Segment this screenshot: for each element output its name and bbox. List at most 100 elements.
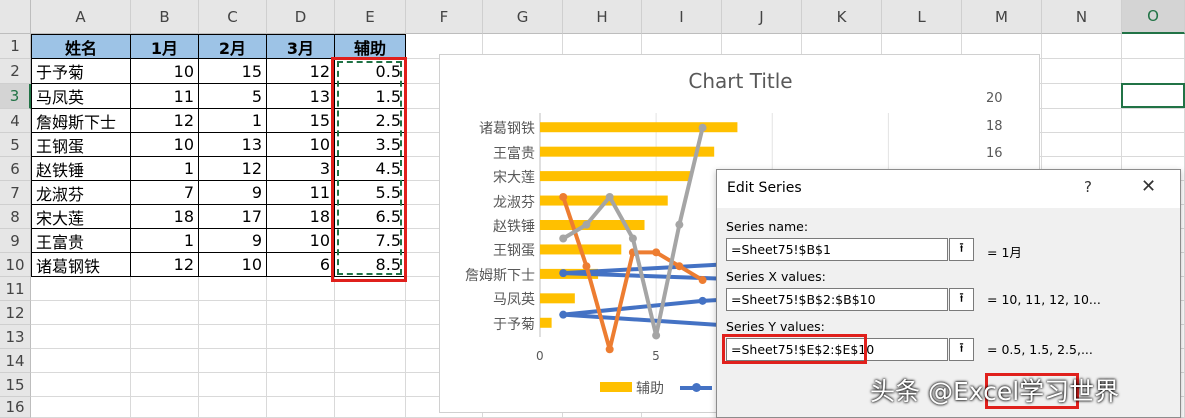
row-header-16[interactable]: 16 [0, 397, 31, 418]
table-cell[interactable]: 宋大莲 [31, 205, 131, 229]
table-cell[interactable]: 17 [199, 205, 267, 229]
table-cell[interactable]: 15 [199, 59, 267, 84]
table-cell[interactable]: 赵铁锤 [31, 157, 131, 181]
table-header-cell[interactable]: 姓名 [31, 34, 131, 59]
column-header-b[interactable]: B [131, 0, 199, 34]
close-icon[interactable]: ✕ [1141, 176, 1156, 197]
table-cell[interactable]: 诸葛钢铁 [31, 253, 131, 277]
bar [540, 317, 552, 328]
series-x-input[interactable]: =Sheet75!$B$2:$B$10 [726, 288, 948, 311]
row-header-9[interactable]: 9 [0, 229, 31, 253]
table-header-cell[interactable]: 辅助 [335, 34, 406, 59]
table-cell[interactable]: 12 [199, 157, 267, 181]
table-cell[interactable]: 詹姆斯下士 [31, 109, 131, 133]
column-header-n[interactable]: N [1042, 0, 1122, 34]
table-header-cell[interactable]: 3月 [267, 34, 335, 59]
table-cell[interactable]: 6 [267, 253, 335, 277]
category-label: 王富贵 [493, 145, 535, 162]
table-cell[interactable]: 13 [267, 84, 335, 109]
category-label: 詹姆斯下士 [465, 267, 535, 284]
table-header-cell[interactable]: 1月 [131, 34, 199, 59]
legend-marker [692, 383, 701, 392]
series-marker [628, 234, 637, 243]
row-header-13[interactable]: 13 [0, 325, 31, 349]
column-header-f[interactable]: F [406, 0, 483, 34]
table-cell[interactable]: 11 [267, 181, 335, 205]
column-header-l[interactable]: L [882, 0, 962, 34]
table-cell[interactable]: 1 [131, 229, 199, 253]
row-header-7[interactable]: 7 [0, 181, 31, 205]
table-cell[interactable]: 11 [131, 84, 199, 109]
highlight-series-y-input [722, 334, 867, 364]
row-header-8[interactable]: 8 [0, 205, 31, 229]
row-header-1[interactable]: 1 [0, 34, 31, 59]
column-header-i[interactable]: I [642, 0, 722, 34]
row-header-5[interactable]: 5 [0, 133, 31, 157]
column-header-a[interactable]: A [31, 0, 131, 34]
column-header-j[interactable]: J [722, 0, 802, 34]
row-header-2[interactable]: 2 [0, 59, 31, 84]
spreadsheet[interactable]: ABCDEFGHIJKLMNO 1 2 3 4 5 6 7 8 9 10 11 12 13 14 15 16 … [0, 0, 1185, 418]
help-icon[interactable]: ? [1084, 178, 1092, 196]
table-cell[interactable]: 王钢蛋 [31, 133, 131, 157]
table-cell[interactable]: 王富贵 [31, 229, 131, 253]
table-cell[interactable]: 12 [267, 59, 335, 84]
table-cell[interactable]: 10 [131, 59, 199, 84]
table-header-cell[interactable]: 2月 [199, 34, 267, 59]
row-header-11[interactable]: 11 [0, 277, 31, 301]
legend-label: 辅助 [636, 381, 664, 397]
table-cell[interactable]: 龙淑芬 [31, 181, 131, 205]
table-cell[interactable]: 1 [199, 109, 267, 133]
row-header-6[interactable]: 6 [0, 157, 31, 181]
table-cell[interactable]: 10 [267, 133, 335, 157]
series-name-input[interactable]: =Sheet75!$B$1 [726, 238, 948, 261]
column-header-g[interactable]: G [483, 0, 563, 34]
series-name-result: = 1月 [987, 245, 1022, 260]
series-marker [698, 276, 707, 285]
table-cell[interactable]: 3 [267, 157, 335, 181]
table-cell[interactable]: 马凤英 [31, 84, 131, 109]
column-header-o[interactable]: O [1122, 0, 1185, 34]
row-header-15[interactable]: 15 [0, 373, 31, 397]
collapse-series-name-button[interactable]: ⭱ [949, 238, 974, 261]
table-cell[interactable]: 1 [131, 157, 199, 181]
column-header-m[interactable]: M [962, 0, 1042, 34]
column-header-d[interactable]: D [267, 0, 335, 34]
table-cell[interactable]: 10 [199, 253, 267, 277]
collapse-series-x-button[interactable]: ⭱ [949, 288, 974, 311]
table-cell[interactable]: 18 [267, 205, 335, 229]
table-cell[interactable]: 9 [199, 229, 267, 253]
column-header-e[interactable]: E [335, 0, 406, 34]
table-cell[interactable]: 10 [131, 133, 199, 157]
row-header-3[interactable]: 3 [0, 84, 31, 109]
table-cell[interactable]: 9 [199, 181, 267, 205]
series-marker [698, 296, 707, 305]
column-header-c[interactable]: C [199, 0, 267, 34]
series-x-result: = 10, 11, 12, 10... [987, 292, 1101, 307]
table-cell[interactable]: 7 [131, 181, 199, 205]
category-label: 于予菊 [493, 316, 535, 333]
table-cell[interactable]: 5 [199, 84, 267, 109]
collapse-series-y-button[interactable]: ⭱ [949, 338, 974, 361]
table-cell[interactable]: 于予菊 [31, 59, 131, 84]
selected-cell-o3[interactable] [1121, 83, 1185, 108]
series-y-label: Series Y values: [726, 319, 825, 334]
row-header-14[interactable]: 14 [0, 349, 31, 373]
row-header-12[interactable]: 12 [0, 301, 31, 325]
row-header-10[interactable]: 10 [0, 253, 31, 277]
series-marker [559, 310, 568, 319]
table-cell[interactable]: 15 [267, 109, 335, 133]
table-cell[interactable]: 12 [131, 109, 199, 133]
table-cell[interactable]: 13 [199, 133, 267, 157]
x-tick-label: 5 [652, 349, 660, 363]
column-header-h[interactable]: H [563, 0, 642, 34]
dialog-titlebar[interactable]: Edit Series ? ✕ [717, 170, 1180, 208]
table-cell[interactable]: 10 [267, 229, 335, 253]
table-cell[interactable]: 18 [131, 205, 199, 229]
secondary-y-tick-label: 20 [986, 91, 1003, 106]
select-all-corner[interactable] [0, 0, 31, 34]
row-header-4[interactable]: 4 [0, 109, 31, 133]
table-cell[interactable]: 12 [131, 253, 199, 277]
column-header-k[interactable]: K [802, 0, 882, 34]
series-marker [675, 262, 684, 271]
